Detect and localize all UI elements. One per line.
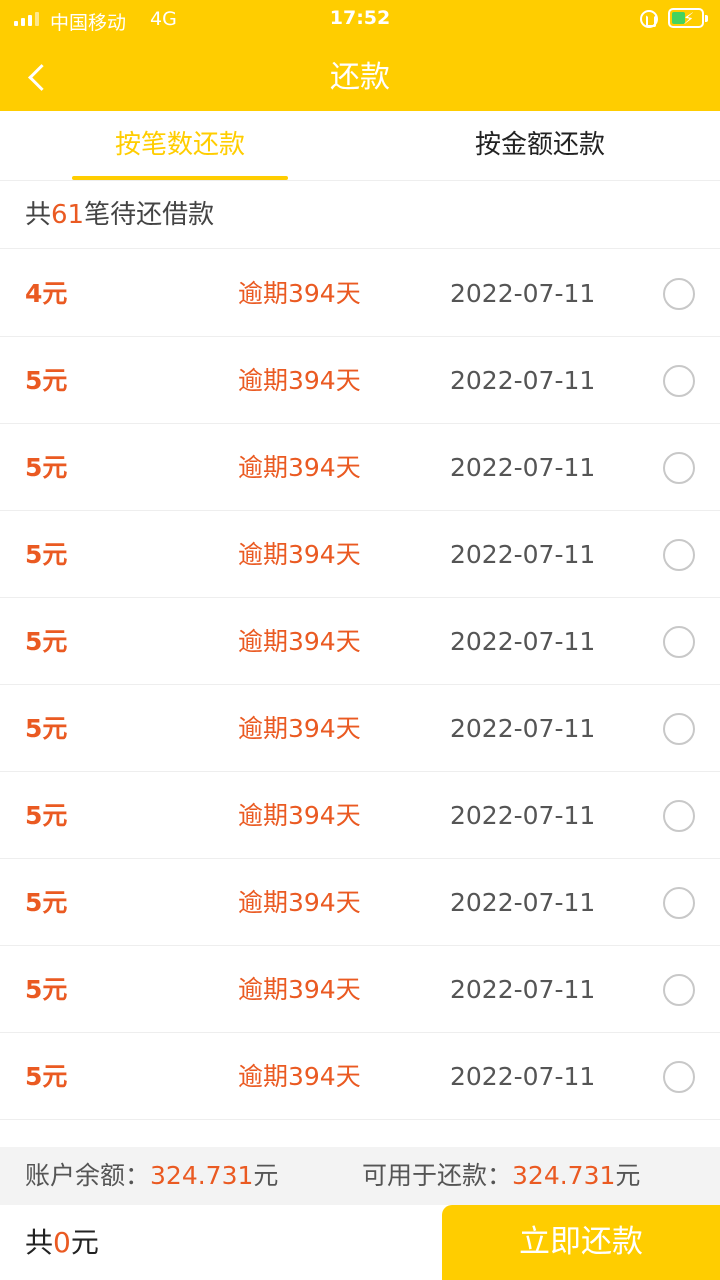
- loan-row[interactable]: 5元 逾期394天 2022-07-11: [0, 1033, 720, 1120]
- loan-row[interactable]: 5元 逾期394天 2022-07-11: [0, 511, 720, 598]
- total-value: 0: [53, 1226, 71, 1259]
- loan-amount: 5元: [25, 975, 68, 1004]
- loan-row[interactable]: 5元 逾期394天 2022-07-11: [0, 337, 720, 424]
- header-bar: 中国移动 4G 17:52 ⚡ 还款: [0, 0, 720, 111]
- overdue-days: 逾期394天: [238, 627, 361, 656]
- account-balance-value: 324.731: [150, 1161, 254, 1190]
- due-date: 2022-07-11: [450, 366, 596, 395]
- pending-loan-count: 61: [51, 200, 85, 230]
- status-bar: 中国移动 4G 17:52 ⚡: [0, 0, 720, 38]
- loan-amount: 5元: [25, 366, 68, 395]
- due-date: 2022-07-11: [450, 975, 596, 1004]
- due-date: 2022-07-11: [450, 801, 596, 830]
- page-title: 还款: [330, 60, 390, 95]
- select-radio-icon[interactable]: [663, 800, 695, 832]
- account-balance-label: 账户余额：: [25, 1161, 151, 1190]
- loan-row[interactable]: 5元 逾期394天 2022-07-11: [0, 685, 720, 772]
- available-balance: 可用于还款：324.731元: [362, 1147, 640, 1205]
- select-radio-icon[interactable]: [663, 452, 695, 484]
- loan-amount: 5元: [25, 801, 68, 830]
- account-balance-unit: 元: [253, 1161, 279, 1190]
- loan-row[interactable]: 5元 逾期394天 2022-07-11: [0, 859, 720, 946]
- status-time: 17:52: [329, 7, 391, 29]
- overdue-days: 逾期394天: [238, 1062, 361, 1091]
- loan-amount: 5元: [25, 453, 68, 482]
- account-balance: 账户余额：324.731元: [25, 1147, 278, 1205]
- loan-row[interactable]: 5元 逾期394天 2022-07-11: [0, 772, 720, 859]
- active-tab-indicator: [72, 176, 288, 180]
- tab-by-amount[interactable]: 按金额还款: [360, 111, 720, 181]
- footer-bar: 共0元 立即还款: [0, 1205, 720, 1280]
- select-radio-icon[interactable]: [663, 887, 695, 919]
- due-date: 2022-07-11: [450, 279, 596, 308]
- tab-by-count[interactable]: 按笔数还款: [0, 111, 360, 181]
- loan-amount: 5元: [25, 714, 68, 743]
- loan-list: 4元 逾期394天 2022-07-11 5元 逾期394天 2022-07-11 5元…: [0, 250, 720, 1120]
- due-date: 2022-07-11: [450, 1062, 596, 1091]
- select-radio-icon[interactable]: [663, 1061, 695, 1093]
- pay-now-button[interactable]: 立即还款: [442, 1205, 720, 1280]
- select-radio-icon[interactable]: [663, 365, 695, 397]
- due-date: 2022-07-11: [450, 714, 596, 743]
- loan-amount: 5元: [25, 1062, 68, 1091]
- overdue-days: 逾期394天: [238, 888, 361, 917]
- selected-total: 共0元: [25, 1205, 99, 1280]
- loan-row[interactable]: 4元 逾期394天 2022-07-11: [0, 250, 720, 337]
- available-balance-unit: 元: [615, 1161, 641, 1190]
- rotation-lock-icon: [640, 10, 658, 28]
- summary-suffix: 笔待还借款: [84, 200, 215, 230]
- balance-bar: 账户余额：324.731元 可用于还款：324.731元: [0, 1147, 720, 1205]
- tab-bar: 按笔数还款 按金额还款: [0, 111, 720, 181]
- summary-prefix: 共: [25, 200, 52, 230]
- pending-loans-summary: 共61笔待还借款: [0, 182, 720, 249]
- loan-row[interactable]: 5元 逾期394天 2022-07-11: [0, 946, 720, 1033]
- overdue-days: 逾期394天: [238, 801, 361, 830]
- select-radio-icon[interactable]: [663, 539, 695, 571]
- available-balance-value: 324.731: [512, 1161, 616, 1190]
- overdue-days: 逾期394天: [238, 279, 361, 308]
- total-prefix: 共: [25, 1226, 54, 1259]
- overdue-days: 逾期394天: [238, 975, 361, 1004]
- loan-amount: 5元: [25, 888, 68, 917]
- available-balance-label: 可用于还款：: [362, 1161, 513, 1190]
- loan-row[interactable]: 5元 逾期394天 2022-07-11: [0, 424, 720, 511]
- due-date: 2022-07-11: [450, 540, 596, 569]
- select-radio-icon[interactable]: [663, 974, 695, 1006]
- loan-row[interactable]: 5元 逾期394天 2022-07-11: [0, 598, 720, 685]
- overdue-days: 逾期394天: [238, 453, 361, 482]
- due-date: 2022-07-11: [450, 888, 596, 917]
- battery-icon: ⚡: [668, 8, 708, 28]
- select-radio-icon[interactable]: [663, 278, 695, 310]
- due-date: 2022-07-11: [450, 453, 596, 482]
- loan-amount: 4元: [25, 279, 68, 308]
- select-radio-icon[interactable]: [663, 626, 695, 658]
- loan-amount: 5元: [25, 627, 68, 656]
- loan-amount: 5元: [25, 540, 68, 569]
- total-unit: 元: [70, 1226, 99, 1259]
- select-radio-icon[interactable]: [663, 713, 695, 745]
- due-date: 2022-07-11: [450, 627, 596, 656]
- overdue-days: 逾期394天: [238, 366, 361, 395]
- overdue-days: 逾期394天: [238, 714, 361, 743]
- overdue-days: 逾期394天: [238, 540, 361, 569]
